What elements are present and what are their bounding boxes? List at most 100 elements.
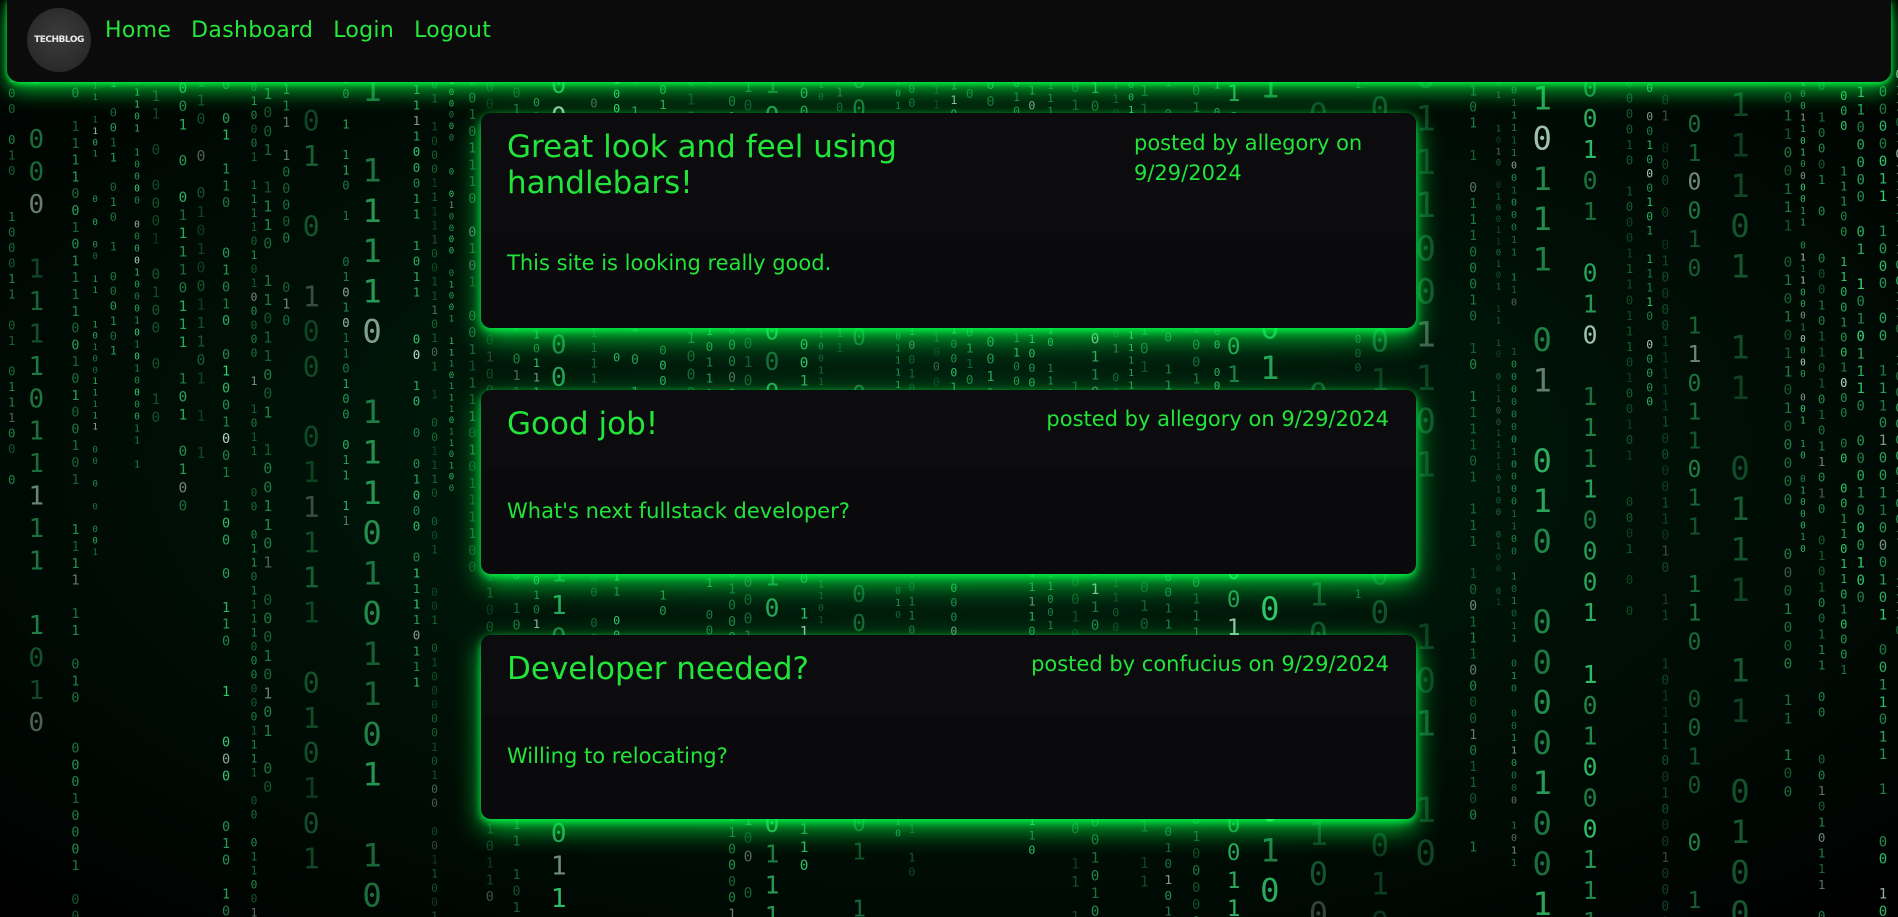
svg-text:0: 0: [92, 502, 97, 512]
svg-text:1: 1: [152, 232, 161, 248]
svg-text:1: 1: [1879, 608, 1887, 624]
svg-text:0: 0: [1857, 294, 1865, 310]
logo[interactable]: TECHBLOG: [27, 8, 91, 72]
svg-text:0: 0: [110, 121, 117, 135]
svg-text:1: 1: [282, 83, 290, 98]
svg-text:0: 0: [1661, 867, 1669, 882]
svg-text:1: 1: [818, 377, 824, 388]
svg-text:1: 1: [1112, 576, 1119, 590]
svg-text:1: 1: [1879, 398, 1887, 414]
svg-text:1: 1: [71, 439, 79, 454]
svg-text:1: 1: [342, 301, 349, 315]
svg-text:1: 1: [71, 859, 79, 874]
svg-text:0: 0: [1879, 642, 1887, 658]
post-card[interactable]: Developer needed? posted by confucius on…: [481, 635, 1416, 819]
post-title[interactable]: Great look and feel using handlebars!: [507, 129, 977, 201]
svg-text:0: 0: [71, 691, 79, 706]
svg-text:1: 1: [1688, 342, 1702, 368]
svg-text:1: 1: [92, 343, 97, 353]
svg-text:1: 1: [1879, 224, 1887, 240]
svg-text:0: 0: [966, 86, 974, 101]
svg-text:0: 0: [1840, 210, 1847, 224]
svg-text:0: 0: [1646, 309, 1653, 323]
svg-text:0: 0: [1192, 354, 1200, 370]
svg-text:0: 0: [222, 195, 230, 211]
svg-text:0: 0: [533, 603, 540, 617]
svg-text:0: 0: [71, 204, 79, 219]
svg-text:0: 0: [1784, 619, 1793, 636]
nav-link-dashboard[interactable]: Dashboard: [191, 18, 313, 43]
svg-text:1: 1: [1879, 887, 1887, 903]
post-card[interactable]: Good job! posted by allegory on 9/29/202…: [481, 390, 1416, 574]
svg-text:1: 1: [533, 327, 540, 341]
svg-text:1: 1: [431, 332, 438, 345]
svg-text:0: 0: [1840, 648, 1847, 662]
svg-text:1: 1: [449, 382, 454, 392]
svg-text:1: 1: [1511, 148, 1517, 159]
svg-text:0: 0: [222, 566, 230, 582]
svg-text:0: 0: [1800, 241, 1806, 252]
svg-text:1: 1: [362, 675, 381, 713]
svg-text:0: 0: [8, 101, 15, 116]
svg-text:0: 0: [251, 123, 258, 136]
svg-text:0: 0: [134, 399, 140, 410]
svg-text:1: 1: [1469, 438, 1477, 453]
nav-link-home[interactable]: Home: [105, 18, 171, 43]
svg-text:1: 1: [1818, 485, 1826, 500]
svg-text:0: 0: [8, 225, 15, 240]
svg-text:1: 1: [1496, 192, 1501, 202]
svg-text:0: 0: [152, 196, 161, 212]
svg-text:0: 0: [263, 478, 272, 496]
svg-text:0: 0: [706, 607, 714, 622]
nav-link-logout[interactable]: Logout: [414, 18, 491, 43]
svg-text:0: 0: [1091, 904, 1100, 917]
svg-text:0: 0: [134, 411, 140, 422]
svg-text:1: 1: [362, 393, 381, 431]
svg-text:1: 1: [1730, 571, 1749, 609]
svg-text:0: 0: [1800, 171, 1806, 182]
svg-text:1: 1: [8, 209, 15, 224]
svg-text:0: 0: [1533, 442, 1552, 480]
svg-text:0: 0: [1661, 464, 1669, 479]
svg-text:1: 1: [1511, 621, 1517, 632]
svg-text:0: 0: [1583, 536, 1598, 565]
svg-text:1: 1: [1260, 349, 1279, 387]
svg-text:0: 0: [222, 819, 230, 835]
svg-text:0: 0: [1661, 529, 1669, 544]
post-title[interactable]: Good job!: [507, 406, 658, 442]
svg-text:1: 1: [1192, 592, 1200, 608]
svg-text:1: 1: [92, 150, 97, 160]
svg-text:0: 0: [1840, 482, 1847, 496]
svg-text:1: 1: [1496, 147, 1501, 157]
svg-text:0: 0: [1511, 472, 1517, 483]
svg-text:1: 1: [1730, 328, 1749, 366]
svg-text:0: 0: [659, 359, 666, 373]
svg-text:0: 0: [1583, 753, 1598, 782]
svg-text:1: 1: [1355, 588, 1362, 601]
svg-text:1: 1: [263, 553, 272, 571]
svg-text:1: 1: [71, 355, 79, 370]
svg-text:1: 1: [342, 346, 349, 360]
svg-text:0: 0: [222, 398, 230, 414]
svg-text:1: 1: [1800, 276, 1806, 287]
svg-text:1: 1: [1646, 224, 1653, 238]
svg-text:1: 1: [362, 272, 381, 310]
svg-text:0: 0: [179, 154, 188, 170]
svg-text:1: 1: [1511, 136, 1517, 147]
svg-text:0: 0: [134, 387, 140, 398]
svg-text:1: 1: [1840, 663, 1847, 677]
svg-text:1: 1: [222, 178, 230, 194]
svg-text:1: 1: [1511, 596, 1517, 607]
svg-text:1: 1: [222, 684, 230, 700]
svg-text:0: 0: [1626, 401, 1633, 416]
nav-link-login[interactable]: Login: [333, 18, 394, 43]
svg-text:0: 0: [92, 446, 97, 456]
svg-text:1: 1: [1661, 335, 1669, 350]
post-card[interactable]: Great look and feel using handlebars! po…: [481, 113, 1416, 328]
svg-text:1: 1: [342, 148, 349, 162]
svg-text:0: 0: [413, 394, 421, 409]
svg-text:1: 1: [263, 684, 272, 702]
svg-text:0: 0: [251, 571, 258, 584]
post-title[interactable]: Developer needed?: [507, 651, 809, 687]
svg-text:1: 1: [1784, 747, 1793, 764]
